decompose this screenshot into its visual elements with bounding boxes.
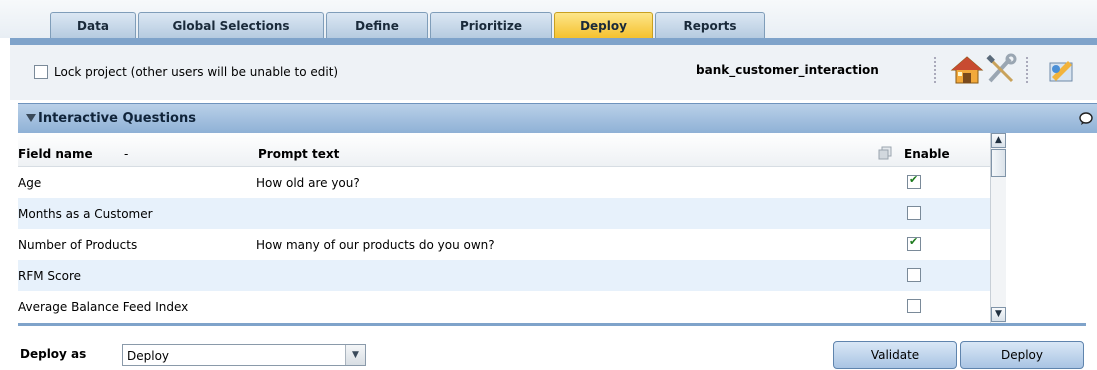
deploy-button[interactable]: Deploy [960,341,1084,369]
enable-checkbox[interactable] [907,268,921,282]
field-name-cell: Number of Products [18,238,138,252]
tab-bar: Data Global Selections Define Prioritize… [0,0,1097,38]
scroll-up-button[interactable]: ▲ [991,133,1006,148]
enable-checkbox[interactable] [907,235,921,251]
field-name-cell: Months as a Customer [18,207,153,221]
toolbar-separator [1026,57,1028,83]
table-row[interactable]: RFM Score [18,260,990,291]
copy-icon[interactable] [878,146,892,160]
tab-reports[interactable]: Reports [655,12,765,38]
interactive-questions-header[interactable]: Interactive Questions [18,103,1097,133]
field-name-cell: Average Balance Feed Index [18,300,189,314]
comment-icon[interactable] [1079,112,1093,125]
tab-prioritize[interactable]: Prioritize [430,12,552,38]
tab-strip: Data Global Selections Define Prioritize… [50,12,767,38]
deploy-as-label: Deploy as [20,347,87,361]
field-name-cell: RFM Score [18,269,82,283]
sort-indicator[interactable]: - [124,147,128,161]
field-name-cell: Age [18,176,42,190]
lock-project-label: Lock project (other users will be unable… [54,65,339,79]
chevron-down-icon[interactable]: ▼ [345,345,365,365]
table-row[interactable]: Age How old are you? [18,167,990,198]
lock-project-checkbox[interactable] [34,65,48,79]
table-body: Age How old are you? Months as a Custome… [18,167,990,319]
column-header-prompt-text[interactable]: Prompt text [258,147,339,161]
column-header-field-name[interactable]: Field name [18,147,93,161]
toolbar-separator [934,57,936,83]
lock-project-option[interactable]: Lock project (other users will be unable… [34,65,338,79]
tab-deploy[interactable]: Deploy [554,12,653,38]
panel-bottom-border [18,323,1086,326]
prompt-text-cell[interactable]: How many of our products do you own? [256,238,495,252]
project-name: bank_customer_interaction [696,63,879,77]
enable-checkbox[interactable] [907,206,921,220]
collapse-arrow-icon[interactable] [26,114,36,122]
column-header-enable[interactable]: Enable [904,147,950,161]
enable-checkbox[interactable] [907,173,921,189]
table-row[interactable]: Average Balance Feed Index [18,291,990,319]
table-row[interactable]: Number of Products How many of our produ… [18,229,990,260]
tab-underline [10,38,1097,45]
validate-button[interactable]: Validate [833,341,957,369]
tab-global-selections[interactable]: Global Selections [138,12,324,38]
table-header: Field name - Prompt text Enable [18,133,990,167]
scroll-down-button[interactable]: ▼ [991,307,1006,322]
table-row[interactable]: Months as a Customer [18,198,990,229]
deploy-as-value: Deploy [127,349,170,363]
deploy-as-dropdown[interactable]: Deploy ▼ [122,344,366,366]
panel-title: Interactive Questions [38,111,196,126]
questions-table: Field name - Prompt text Enable Age How … [18,133,1086,323]
home-icon[interactable] [950,53,984,87]
tab-define[interactable]: Define [326,12,428,38]
enable-checkbox[interactable] [907,299,921,313]
prompt-text-cell[interactable]: How old are you? [256,176,360,190]
tab-data[interactable]: Data [50,12,136,38]
vertical-scrollbar[interactable]: ▲ ▼ [990,133,1006,323]
tools-icon[interactable] [984,53,1018,87]
toolbar: Lock project (other users will be unable… [10,45,1097,100]
scroll-thumb[interactable] [991,149,1006,177]
deploy-icon[interactable] [1044,53,1074,87]
